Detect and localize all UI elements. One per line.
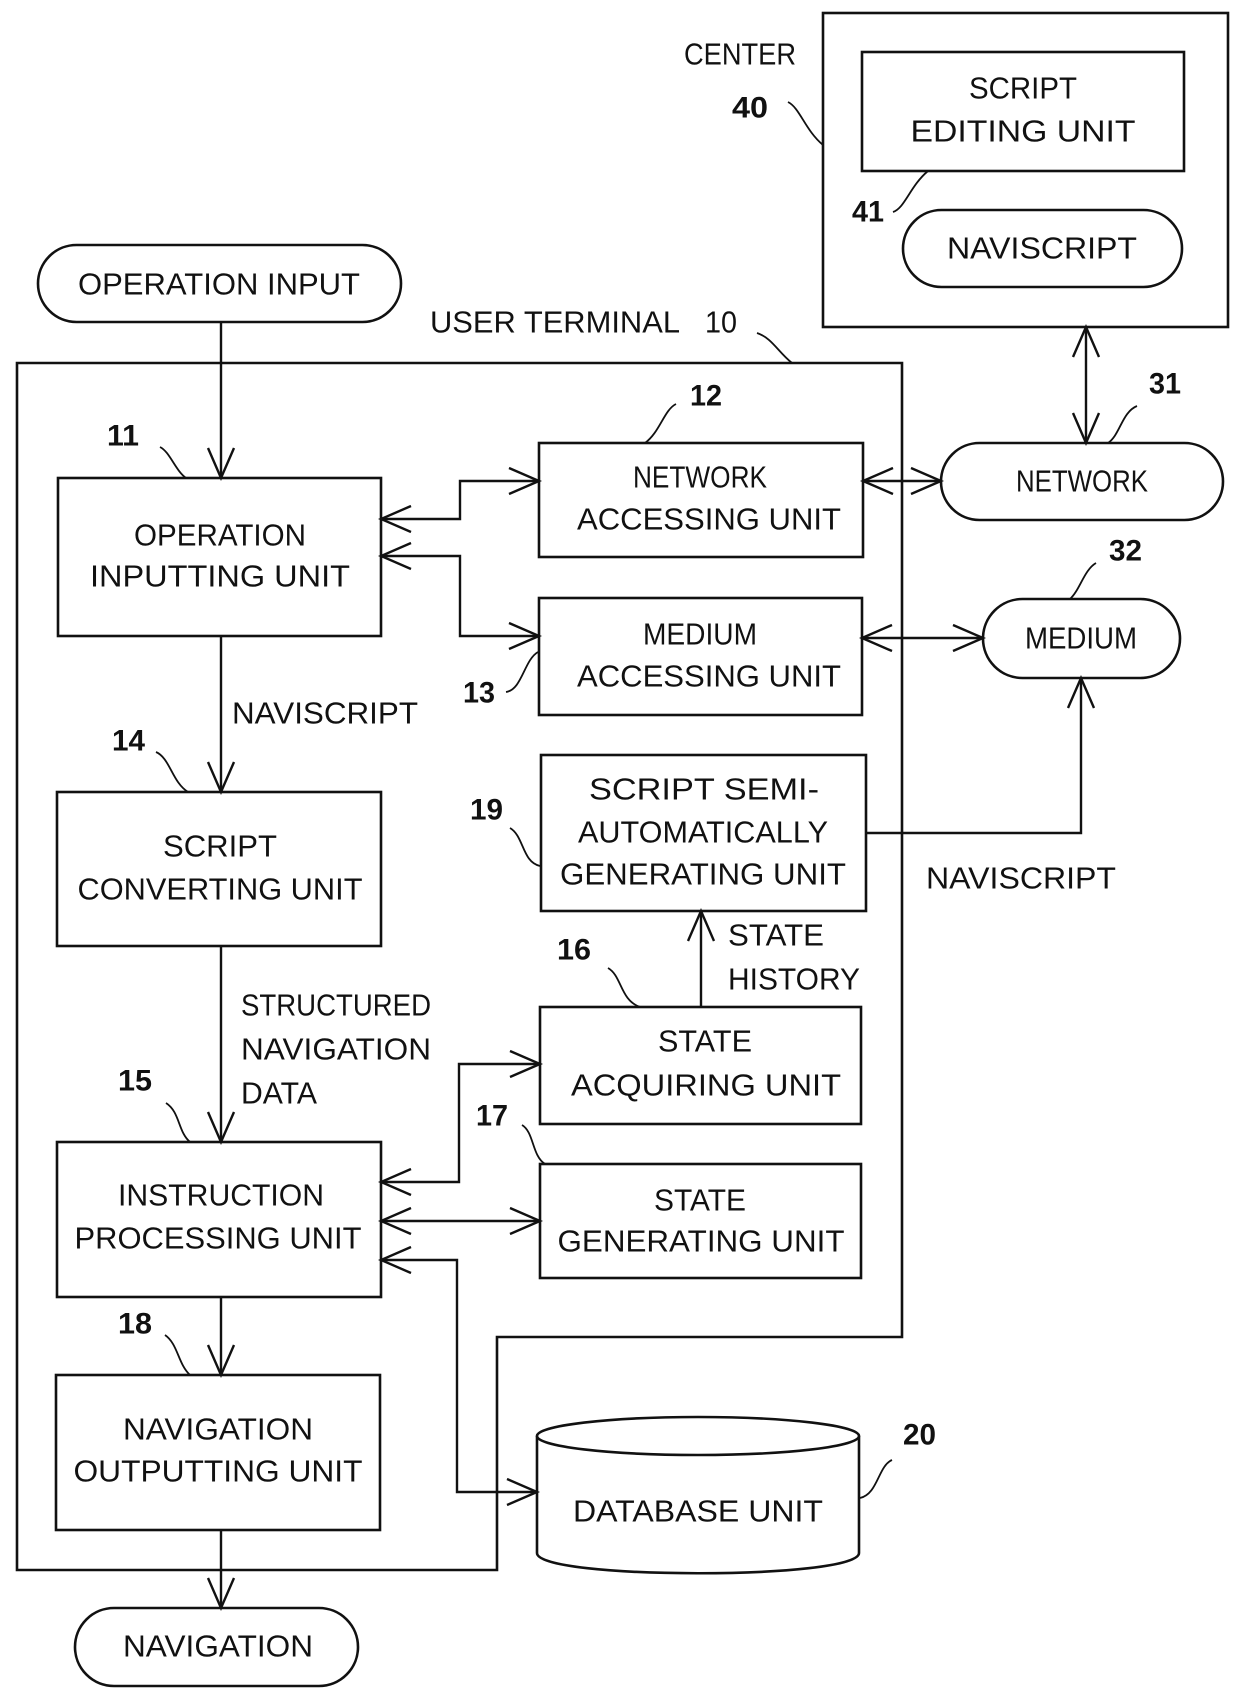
database-unit-ref: 20 <box>903 1419 936 1452</box>
edge-label-structured-line3: DATA <box>241 1076 317 1111</box>
script-converting-unit-box <box>55 790 383 948</box>
script-editing-unit-line2: EDITING UNIT <box>911 114 1136 149</box>
operation-inputting-unit-box <box>56 476 383 638</box>
script-semi-auto-unit-line3: GENERATING UNIT <box>560 857 846 892</box>
user-terminal-leader <box>756 332 793 364</box>
operation-inputting-unit-line1: OPERATION <box>134 518 306 553</box>
state-acquiring-unit-line2: ACQUIRING UNIT <box>571 1068 841 1103</box>
operation-inputting-unit-line2: INPUTTING UNIT <box>90 559 350 594</box>
network-accessing-unit-line1: NETWORK <box>633 460 767 495</box>
state-acquiring-unit-ref: 16 <box>557 934 591 967</box>
edge-scriptsemi-medium <box>866 678 1083 835</box>
script-converting-unit-leader <box>155 751 189 793</box>
edge-opunit-medium-access <box>381 554 539 638</box>
edge-label-state-history-line2: HISTORY <box>728 962 860 997</box>
state-acquiring-unit-line1: STATE <box>658 1024 752 1059</box>
network-accessing-unit-line2: ACCESSING UNIT <box>577 502 841 537</box>
medium-label: MEDIUM <box>1025 621 1137 656</box>
script-converting-unit-line1: SCRIPT <box>163 829 277 864</box>
medium-ref: 32 <box>1109 535 1142 568</box>
instruction-processing-unit-leader <box>165 1102 191 1143</box>
medium-accessing-unit-leader <box>505 651 539 693</box>
state-generating-unit-ref: 17 <box>476 1100 508 1133</box>
script-converting-unit-line2: CONVERTING UNIT <box>78 872 363 907</box>
navigation-outputting-unit-box <box>54 1373 382 1532</box>
edge-label-structured-line2: NAVIGATION <box>241 1032 431 1067</box>
naviscript-store-label: NAVISCRIPT <box>947 231 1137 266</box>
navigation-outputting-unit-leader <box>164 1334 191 1376</box>
navigation-outputting-unit-ref: 18 <box>118 1308 152 1341</box>
user-terminal-label: USER TERMINAL <box>430 305 680 340</box>
database-unit-leader <box>859 1459 893 1499</box>
state-generating-unit-box <box>538 1162 863 1280</box>
operation-inputting-unit-ref: 11 <box>107 420 139 453</box>
edge-label-state-history-line1: STATE <box>728 918 824 953</box>
edge-label-naviscript-right: NAVISCRIPT <box>926 861 1116 896</box>
script-editing-unit-line1: SCRIPT <box>969 71 1077 106</box>
database-unit-top <box>535 1415 861 1457</box>
script-semi-auto-unit-line2: AUTOMATICALLY <box>578 815 828 850</box>
user-terminal-ref: 10 <box>705 305 737 340</box>
script-semi-auto-unit-ref: 19 <box>470 794 503 827</box>
script-semi-auto-unit-leader <box>509 827 541 867</box>
edge-label-naviscript-left: NAVISCRIPT <box>232 696 418 731</box>
instruction-processing-unit-line2: PROCESSING UNIT <box>75 1221 362 1256</box>
navigation-outputting-unit-line1: NAVIGATION <box>123 1412 313 1447</box>
script-converting-unit-ref: 14 <box>112 725 145 758</box>
medium-accessing-unit-line2: ACCESSING UNIT <box>577 659 841 694</box>
medium-accessing-unit-line1: MEDIUM <box>643 617 757 652</box>
navigation-label: NAVIGATION <box>123 1629 313 1664</box>
database-unit-label: DATABASE UNIT <box>573 1494 823 1529</box>
center-label: CENTER <box>684 37 796 72</box>
state-generating-unit-leader <box>521 1124 546 1165</box>
operation-input-label: OPERATION INPUT <box>78 267 360 302</box>
network-leader <box>1107 405 1138 444</box>
naviscript-store-ref: 41 <box>852 196 884 229</box>
network-label: NETWORK <box>1016 464 1148 499</box>
network-ref: 31 <box>1149 368 1181 401</box>
script-semi-auto-unit-line1: SCRIPT SEMI- <box>589 772 819 807</box>
instruction-processing-unit-box <box>55 1140 383 1299</box>
block-diagram: USER TERMINAL 10 CENTER 40 SCRIPT EDITIN… <box>15 11 1230 1688</box>
state-generating-unit-line1: STATE <box>654 1183 746 1218</box>
state-acquiring-unit-leader <box>607 967 641 1008</box>
edge-opunit-network-access <box>381 479 539 521</box>
state-generating-unit-line2: GENERATING UNIT <box>558 1224 845 1259</box>
center-leader <box>787 101 824 146</box>
medium-accessing-unit-ref: 13 <box>463 677 495 710</box>
edge-instruction-stateacq <box>381 1062 540 1184</box>
network-accessing-unit-leader <box>644 403 677 444</box>
operation-inputting-unit-leader <box>159 446 187 479</box>
edge-label-structured-line1: STRUCTURED <box>241 988 431 1023</box>
center-ref: 40 <box>732 92 768 125</box>
edge-instruction-database <box>381 1258 537 1494</box>
medium-leader <box>1069 562 1097 600</box>
instruction-processing-unit-line1: INSTRUCTION <box>118 1178 324 1213</box>
instruction-processing-unit-ref: 15 <box>118 1065 152 1098</box>
navigation-outputting-unit-line2: OUTPUTTING UNIT <box>74 1454 363 1489</box>
network-accessing-unit-ref: 12 <box>690 380 722 413</box>
